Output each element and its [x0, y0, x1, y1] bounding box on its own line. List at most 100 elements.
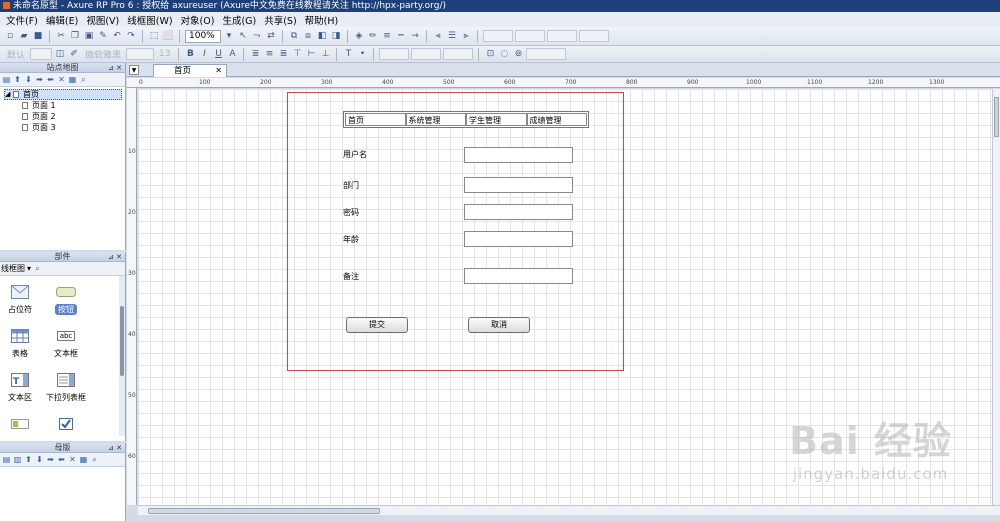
arrow-style-icon[interactable]: → — [409, 30, 421, 42]
tab-list-icon[interactable]: ▼ — [129, 65, 139, 75]
add-page-icon[interactable]: ▤ — [2, 75, 11, 84]
collapse-icon[interactable]: ◢ — [5, 89, 13, 100]
text-align-left-icon[interactable]: ≣ — [249, 48, 261, 60]
menu-share[interactable]: 共享(S) — [260, 13, 300, 27]
italic-icon[interactable]: I — [198, 48, 210, 60]
connector-icon[interactable]: ⤳ — [251, 30, 263, 42]
panel-pin-close-icon[interactable]: ⊿ ✕ — [108, 252, 122, 262]
font-size-select[interactable]: 13 — [156, 49, 173, 59]
search-icon[interactable]: ⌕ — [79, 75, 88, 85]
new-icon[interactable]: ▫ — [4, 30, 16, 42]
menu-edit[interactable]: 编辑(E) — [42, 13, 82, 27]
valign-middle-icon[interactable]: ⊢ — [305, 48, 317, 60]
outdent-icon[interactable]: ⬅ — [57, 455, 66, 464]
sitemap-item-page2[interactable]: 页面 2 — [4, 111, 125, 122]
panel-pin-close-icon[interactable]: ⊿ ✕ — [108, 443, 122, 453]
sitemap-root-home[interactable]: ◢ 首页 — [4, 89, 122, 100]
move-up-icon[interactable]: ⬆ — [24, 455, 33, 464]
valign-top-icon[interactable]: ⊤ — [291, 48, 303, 60]
page-properties-icon[interactable]: ▦ — [68, 75, 77, 84]
password-field[interactable] — [464, 204, 573, 220]
master-properties-icon[interactable]: ▦ — [79, 455, 88, 464]
widget-listbox[interactable]: 下拉列表框 — [46, 372, 86, 403]
menu-view[interactable]: 视图(V) — [82, 13, 123, 27]
bring-front-icon[interactable]: ◧ — [316, 30, 328, 42]
move-down-icon[interactable]: ⬇ — [24, 75, 33, 84]
undo-icon[interactable]: ↶ — [111, 30, 123, 42]
widget-checkbox[interactable] — [46, 416, 86, 436]
widget-placeholder[interactable]: 占位符 — [0, 284, 40, 315]
font-dropdown[interactable] — [126, 48, 155, 60]
indent-icon[interactable]: ➡ — [35, 75, 44, 84]
add-folder-icon[interactable]: ▥ — [13, 455, 22, 464]
lock-icon[interactable]: ⊡ — [484, 48, 496, 60]
bold-icon[interactable]: B — [184, 48, 196, 60]
save-icon[interactable]: ■ — [32, 30, 44, 42]
nav-cell-home[interactable]: 首页 — [345, 113, 406, 126]
move-up-icon[interactable]: ⬆ — [13, 75, 22, 84]
field-d[interactable] — [526, 48, 567, 60]
tab-home[interactable]: 首页 ✕ — [153, 64, 227, 77]
nav-cell-system[interactable]: 系统管理 — [405, 113, 466, 126]
page-frame[interactable] — [287, 92, 624, 371]
y-field[interactable] — [515, 30, 545, 42]
age-field[interactable] — [464, 231, 573, 247]
widgets-scrollbar[interactable] — [119, 276, 125, 436]
delete-page-icon[interactable]: ✕ — [57, 75, 66, 84]
nav-cell-students[interactable]: 学生管理 — [466, 113, 527, 126]
w-field[interactable] — [547, 30, 577, 42]
hide-icon[interactable]: ◌ — [498, 48, 510, 60]
field-a[interactable] — [379, 48, 410, 60]
widget-table[interactable]: 表格 — [0, 328, 40, 359]
align-left-icon[interactable]: ⫷ — [432, 30, 444, 42]
align-center-icon[interactable]: ☰ — [446, 30, 458, 42]
remarks-field[interactable] — [464, 268, 573, 284]
fill-color-icon[interactable]: ◈ — [353, 30, 365, 42]
copy-icon[interactable]: ❐ — [69, 30, 81, 42]
paste-icon[interactable]: ▣ — [83, 30, 95, 42]
cut-icon[interactable]: ✂ — [55, 30, 67, 42]
h-field[interactable] — [579, 30, 609, 42]
submit-button[interactable]: 提交 — [346, 317, 408, 333]
x-field[interactable] — [483, 30, 513, 42]
search-icon[interactable]: ⌕ — [33, 264, 42, 274]
indent-icon[interactable]: ➡ — [46, 455, 55, 464]
scroll-thumb[interactable] — [994, 97, 999, 137]
send-back-icon[interactable]: ◨ — [330, 30, 342, 42]
nav-cell-grades[interactable]: 成绩管理 — [526, 113, 587, 126]
cancel-button[interactable]: 取消 — [468, 317, 530, 333]
footnote-icon[interactable]: ⊚ — [512, 48, 524, 60]
line-width-icon[interactable]: ≡ — [381, 30, 393, 42]
menu-generate[interactable]: 生成(G) — [218, 13, 260, 27]
align-right-icon[interactable]: ⫸ — [460, 30, 472, 42]
redo-icon[interactable]: ↷ — [125, 30, 137, 42]
text-icon[interactable]: T — [342, 48, 354, 60]
style-dropdown[interactable] — [30, 48, 53, 60]
scroll-thumb[interactable] — [148, 508, 380, 514]
sitemap-item-page1[interactable]: 页面 1 — [4, 100, 125, 111]
field-c[interactable] — [443, 48, 474, 60]
delete-master-icon[interactable]: ✕ — [68, 455, 77, 464]
format-painter-icon[interactable]: ✎ — [97, 30, 109, 42]
menu-file[interactable]: 文件(F) — [2, 13, 42, 27]
ungroup-icon[interactable]: ⧈ — [302, 30, 314, 42]
canvas-horizontal-scrollbar[interactable] — [138, 505, 1000, 515]
line-color-icon[interactable]: ✏ — [367, 30, 379, 42]
widget-more-1[interactable] — [0, 416, 40, 436]
add-master-icon[interactable]: ▤ — [2, 455, 11, 464]
close-icon[interactable]: ✕ — [215, 65, 222, 77]
arrange-icon[interactable]: ⇄ — [265, 30, 277, 42]
text-color-icon[interactable]: A — [226, 48, 238, 60]
text-align-right-icon[interactable]: ≣ — [277, 48, 289, 60]
valign-bottom-icon[interactable]: ⊥ — [319, 48, 331, 60]
widget-textarea[interactable]: T 文本区 — [0, 372, 40, 403]
search-icon[interactable]: ⌕ — [90, 455, 99, 465]
chevron-down-icon[interactable]: ▾ — [27, 264, 31, 273]
canvas-vertical-scrollbar[interactable] — [992, 89, 1000, 505]
style-edit-icon[interactable]: ◫ — [54, 48, 66, 60]
department-field[interactable] — [464, 177, 573, 193]
field-b[interactable] — [411, 48, 442, 60]
menu-wireframe[interactable]: 线框图(W) — [123, 13, 176, 27]
username-field[interactable] — [464, 147, 573, 163]
widget-library-select[interactable]: 线框图 ▾ ⌕ — [0, 262, 125, 276]
